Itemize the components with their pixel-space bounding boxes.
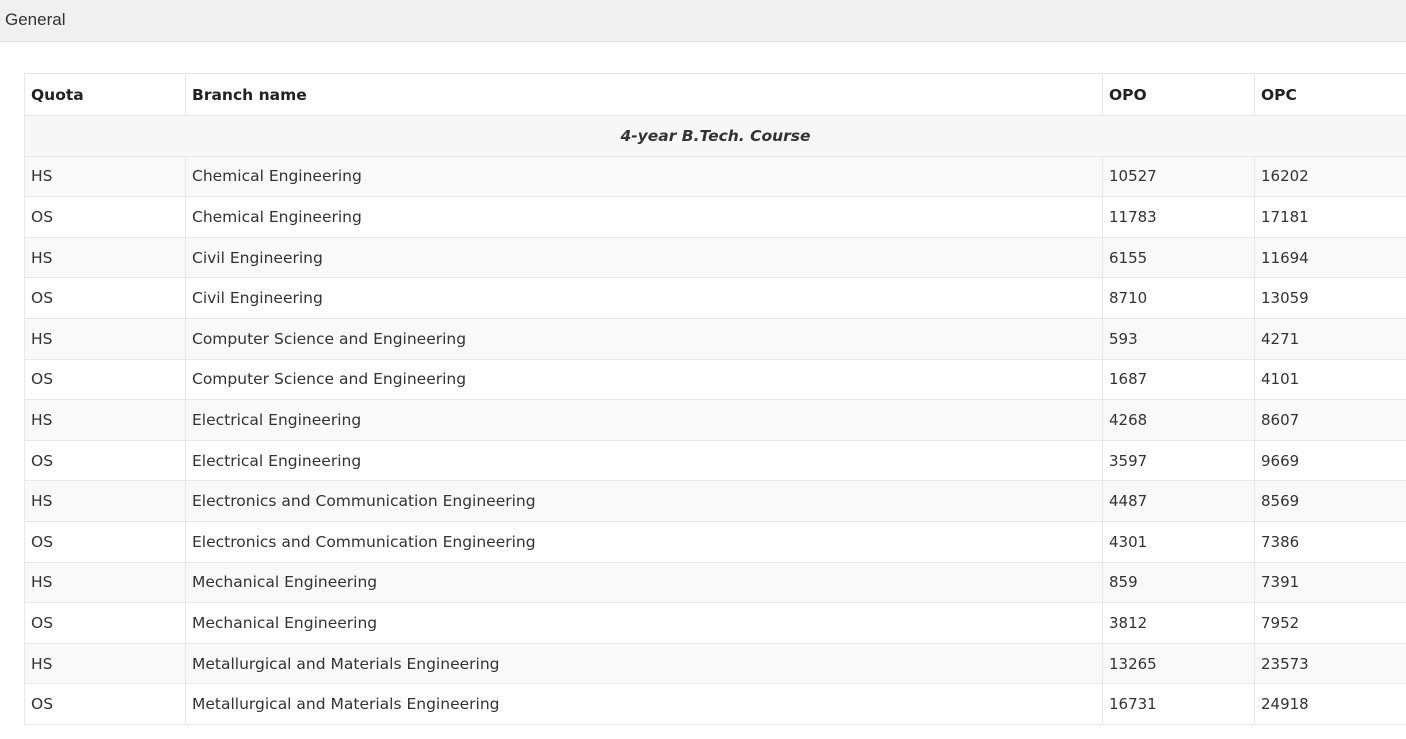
table-row: OS Computer Science and Engineering 1687 41… <box>24 358 1406 401</box>
header-opo: OPO <box>1102 73 1255 116</box>
course-group-row: 4-year B.Tech. Course <box>24 115 1406 157</box>
quota-cell: HS <box>24 236 186 279</box>
opc-cell: 8569 <box>1254 480 1406 522</box>
quota-cell: HS <box>24 399 186 441</box>
quota-cell: OS <box>24 602 186 644</box>
quota-cell: OS <box>24 358 186 401</box>
opc-cell: 4271 <box>1254 317 1406 360</box>
quota-cell: HS <box>24 561 186 604</box>
opc-cell: 7952 <box>1254 602 1406 644</box>
branch-name-cell: Civil Engineering <box>185 236 1103 279</box>
opc-cell: 7391 <box>1254 561 1406 604</box>
course-group-label: 4-year B.Tech. Course <box>24 115 1406 157</box>
table-row: HS Computer Science and Engineering 593 427… <box>24 317 1406 360</box>
opc-cell: 8607 <box>1254 399 1406 441</box>
header-opc: OPC <box>1254 73 1406 116</box>
opo-cell: 11783 <box>1102 196 1255 238</box>
table-row: HS Electronics and Communication Engineer… <box>24 480 1406 522</box>
table-row: OS Electrical Engineering 3597 9669 <box>24 439 1406 482</box>
table-row: OS Metallurgical and Materials Engineerin… <box>24 683 1406 725</box>
opo-cell: 4268 <box>1102 399 1255 441</box>
table-row: HS Electrical Engineering 4268 8607 <box>24 399 1406 441</box>
opc-cell: 4101 <box>1254 358 1406 401</box>
branch-name-cell: Electronics and Communication Engineerin… <box>185 520 1103 563</box>
opc-cell: 9669 <box>1254 439 1406 482</box>
branch-name-cell: Electrical Engineering <box>185 399 1103 441</box>
quota-cell: OS <box>24 277 186 319</box>
opo-cell: 4301 <box>1102 520 1255 563</box>
opo-cell: 593 <box>1102 317 1255 360</box>
quota-cell: HS <box>24 642 186 685</box>
branch-name-cell: Electrical Engineering <box>185 439 1103 482</box>
quota-cell: OS <box>24 439 186 482</box>
opo-cell: 6155 <box>1102 236 1255 279</box>
panel-heading: General <box>0 0 1406 42</box>
cutoff-table-container: Quota Branch name OPO OPC 4-year B.Tech.… <box>24 73 1406 725</box>
branch-name-cell: Metallurgical and Materials Engineering <box>185 642 1103 685</box>
quota-cell: OS <box>24 196 186 238</box>
opc-cell: 17181 <box>1254 196 1406 238</box>
opc-cell: 16202 <box>1254 155 1406 198</box>
branch-name-cell: Chemical Engineering <box>185 155 1103 198</box>
header-quota: Quota <box>24 73 186 116</box>
table-row: OS Electronics and Communication Engineer… <box>24 520 1406 563</box>
panel-title: General <box>5 10 66 29</box>
opo-cell: 16731 <box>1102 683 1255 725</box>
opo-cell: 859 <box>1102 561 1255 604</box>
table-header-row: Quota Branch name OPO OPC <box>24 73 1406 116</box>
quota-cell: HS <box>24 317 186 360</box>
opc-cell: 23573 <box>1254 642 1406 685</box>
table-row: OS Chemical Engineering 11783 17181 <box>24 196 1406 238</box>
branch-name-cell: Civil Engineering <box>185 277 1103 319</box>
branch-name-cell: Computer Science and Engineering <box>185 358 1103 401</box>
opo-cell: 4487 <box>1102 480 1255 522</box>
opo-cell: 8710 <box>1102 277 1255 319</box>
table-row: OS Mechanical Engineering 3812 7952 <box>24 602 1406 644</box>
opc-cell: 24918 <box>1254 683 1406 725</box>
quota-cell: OS <box>24 520 186 563</box>
branch-name-cell: Electronics and Communication Engineerin… <box>185 480 1103 522</box>
opo-cell: 10527 <box>1102 155 1255 198</box>
table-row: HS Mechanical Engineering 859 7391 <box>24 561 1406 604</box>
opc-cell: 11694 <box>1254 236 1406 279</box>
opo-cell: 3812 <box>1102 602 1255 644</box>
table-row: OS Civil Engineering 8710 13059 <box>24 277 1406 319</box>
branch-name-cell: Metallurgical and Materials Engineering <box>185 683 1103 725</box>
quota-cell: HS <box>24 480 186 522</box>
branch-name-cell: Mechanical Engineering <box>185 602 1103 644</box>
opc-cell: 13059 <box>1254 277 1406 319</box>
cutoff-table: Quota Branch name OPO OPC 4-year B.Tech.… <box>24 73 1406 725</box>
opo-cell: 1687 <box>1102 358 1255 401</box>
branch-name-cell: Computer Science and Engineering <box>185 317 1103 360</box>
opc-cell: 7386 <box>1254 520 1406 563</box>
branch-name-cell: Mechanical Engineering <box>185 561 1103 604</box>
quota-cell: OS <box>24 683 186 725</box>
opo-cell: 13265 <box>1102 642 1255 685</box>
branch-name-cell: Chemical Engineering <box>185 196 1103 238</box>
quota-cell: HS <box>24 155 186 198</box>
header-branch-name: Branch name <box>185 73 1103 116</box>
table-row: HS Civil Engineering 6155 11694 <box>24 236 1406 279</box>
table-row: HS Metallurgical and Materials Engineerin… <box>24 642 1406 685</box>
table-row: HS Chemical Engineering 10527 16202 <box>24 155 1406 198</box>
opo-cell: 3597 <box>1102 439 1255 482</box>
